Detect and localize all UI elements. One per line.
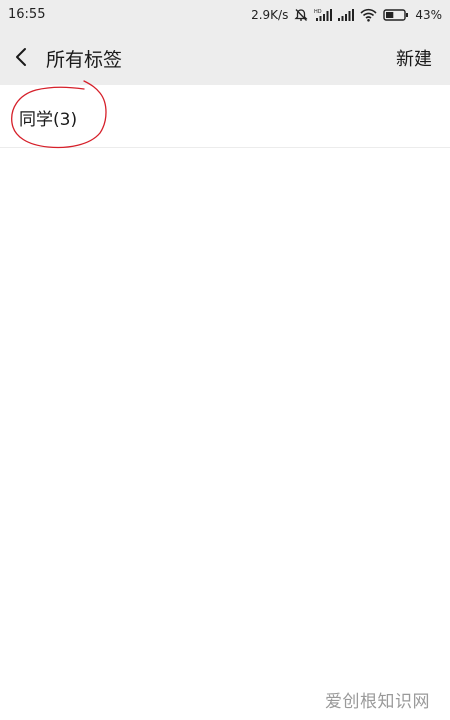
watermark: 爱创根知识网 — [325, 692, 430, 712]
tag-list: 同学(3) — [0, 80, 450, 149]
page-title: 所有标签 — [46, 49, 123, 71]
title-bar: 所有标签 新建 — [0, 30, 450, 85]
status-icons: 2.9K/s HD 43% — [251, 7, 442, 23]
tag-label: 同学(3) — [19, 110, 78, 130]
mute-icon — [294, 8, 308, 22]
status-time: 16:55 — [8, 7, 46, 22]
chevron-left-icon — [16, 48, 26, 66]
wifi-icon — [360, 8, 377, 22]
hd-signal-icon: HD — [314, 8, 333, 22]
signal-icon — [338, 8, 355, 22]
tag-item-classmates[interactable]: 同学(3) — [0, 80, 450, 149]
network-speed: 2.9K/s — [251, 8, 289, 22]
new-tag-button[interactable]: 新建 — [396, 45, 432, 71]
status-bar: 16:55 2.9K/s HD 43% — [0, 0, 450, 30]
svg-text:HD: HD — [314, 9, 322, 15]
battery-percent: 43% — [415, 8, 442, 22]
battery-icon — [383, 8, 409, 22]
back-button[interactable] — [10, 45, 34, 69]
